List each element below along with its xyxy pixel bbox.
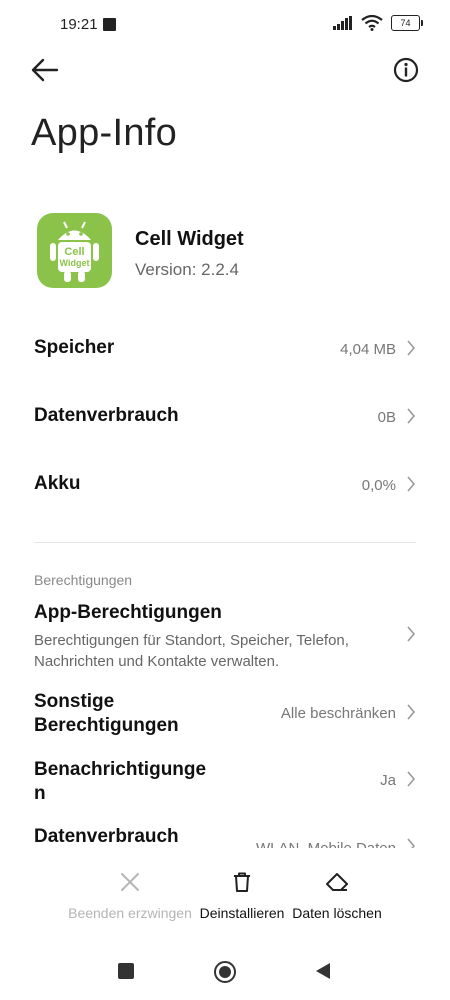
notifications-value: Ja	[380, 772, 396, 789]
back-nav-button[interactable]	[314, 962, 332, 985]
battery-icon: 74	[391, 15, 423, 31]
notifications-label-2: n	[34, 783, 46, 804]
battery-value: 0,0%	[361, 477, 396, 494]
divider	[34, 542, 416, 543]
app-icon: Cell Widget	[37, 213, 112, 288]
android-robot-icon: Cell Widget	[50, 221, 99, 282]
other-permissions-value: Alle beschränken	[280, 705, 396, 722]
notification-icon	[103, 18, 116, 31]
square-icon	[118, 963, 134, 979]
eraser-icon	[326, 873, 348, 891]
top-bar	[0, 50, 450, 90]
data-usage-value: 0B	[377, 409, 396, 426]
data-usage-label: Datenverbrauch	[34, 405, 179, 426]
battery-row[interactable]: Akku 0,0%	[34, 473, 418, 499]
trash-icon	[234, 872, 250, 892]
back-button[interactable]	[30, 56, 62, 84]
other-permissions-row[interactable]: Sonstige Berechtigungen Alle beschränken	[34, 690, 418, 740]
info-icon	[393, 57, 419, 83]
navigation-bar	[0, 955, 450, 990]
home-button[interactable]	[213, 960, 237, 989]
chevron-right-icon	[407, 340, 416, 356]
app-permissions-row[interactable]: App-Berechtigungen Berechtigungen für St…	[34, 602, 418, 672]
signal-icon	[333, 16, 352, 30]
chevron-right-icon	[407, 704, 416, 720]
status-time: 19:21	[60, 16, 98, 33]
app-icon-text-2: Widget	[60, 258, 90, 268]
uninstall-button[interactable]: Deinstallieren	[196, 870, 288, 921]
force-stop-label: Beenden erzwingen	[68, 905, 192, 921]
force-stop-button[interactable]: Beenden erzwingen	[66, 870, 194, 921]
app-icon-text-1: Cell	[64, 246, 84, 258]
app-permissions-description: Berechtigungen für Standort, Speicher, T…	[34, 632, 349, 670]
app-header: Cell Widget Cell Widget Version: 2.2.4	[37, 213, 427, 293]
storage-row[interactable]: Speicher 4,04 MB	[34, 337, 418, 363]
data-usage-row[interactable]: Datenverbrauch 0B	[34, 405, 418, 431]
chevron-right-icon	[407, 838, 416, 848]
page-title: App-Info	[31, 112, 178, 154]
clear-data-button[interactable]: Daten löschen	[290, 870, 384, 921]
section-title-permissions: Berechtigungen	[34, 572, 133, 588]
chevron-right-icon	[407, 476, 416, 492]
close-icon	[121, 873, 139, 891]
data-usage-permissions-row[interactable]: Datenverbrauch WLAN, Mobile Daten	[34, 826, 418, 848]
notifications-row[interactable]: Benachrichtigunge n Ja	[34, 758, 418, 808]
bottom-action-bar: Beenden erzwingen Deinstallieren Daten l…	[0, 870, 450, 930]
app-permissions-label: App-Berechtigungen	[34, 602, 222, 623]
uninstall-label: Deinstallieren	[199, 905, 285, 921]
home-circle-icon	[214, 961, 236, 983]
status-bar: 19:21 74	[0, 0, 450, 48]
info-button[interactable]	[392, 56, 422, 86]
status-icons: 74	[333, 15, 423, 31]
battery-label: Akku	[34, 473, 81, 494]
data-usage-permissions-value: WLAN, Mobile Daten	[256, 840, 396, 848]
chevron-right-icon	[407, 626, 416, 642]
clear-data-label: Daten löschen	[292, 905, 382, 921]
storage-label: Speicher	[34, 337, 115, 358]
triangle-back-icon	[316, 963, 330, 979]
notifications-label-1: Benachrichtigunge	[34, 759, 207, 780]
wifi-icon	[361, 15, 383, 31]
chevron-right-icon	[407, 408, 416, 424]
storage-value: 4,04 MB	[340, 341, 396, 358]
recents-button[interactable]	[117, 962, 135, 985]
chevron-right-icon	[407, 771, 416, 787]
app-name: Cell Widget	[135, 228, 244, 250]
arrow-left-icon	[31, 58, 59, 82]
app-version: Version: 2.2.4	[135, 260, 239, 279]
